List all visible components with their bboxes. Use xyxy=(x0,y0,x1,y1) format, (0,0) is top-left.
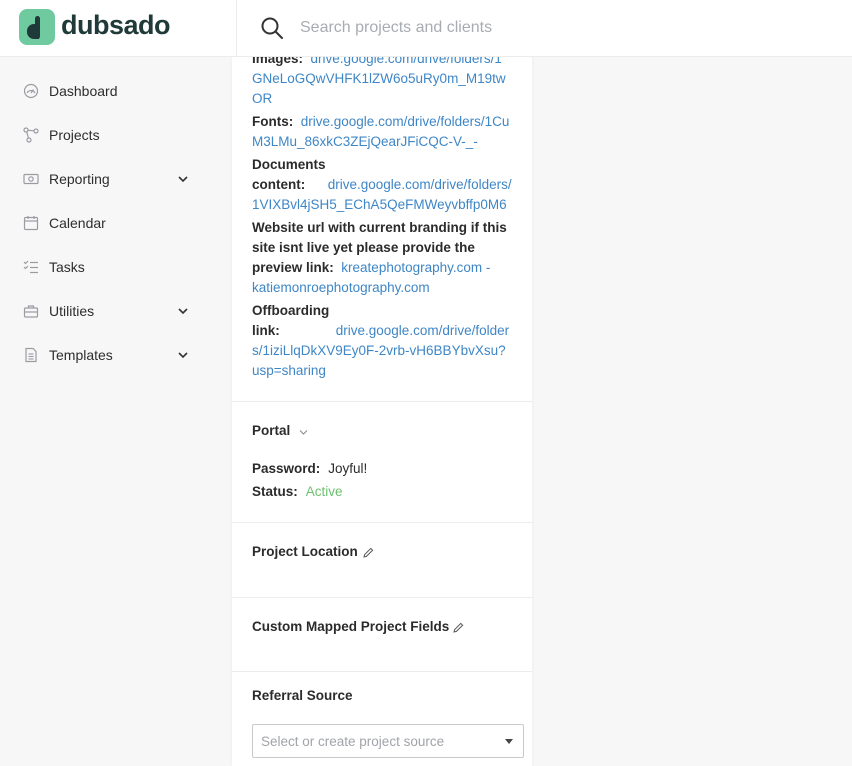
top-header: dubsado xyxy=(0,0,852,57)
chevron-down-icon[interactable] xyxy=(177,350,189,360)
referral-source-title: Referral Source xyxy=(252,688,353,703)
password-label: Password: xyxy=(252,461,321,476)
offboarding-field: Offboarding link: drive.google.com/drive… xyxy=(252,301,512,381)
sidebar-item-calendar[interactable]: Calendar xyxy=(0,205,210,241)
status-badge: Active xyxy=(305,484,343,499)
pencil-icon[interactable] xyxy=(363,547,374,558)
project-location-section: Project Location xyxy=(232,523,532,598)
chevron-down-icon[interactable] xyxy=(177,306,189,316)
sidebar-item-reporting[interactable]: Reporting xyxy=(0,161,210,197)
images-label: Images: xyxy=(252,57,304,66)
documents-field: Documents content: drive.google.com/driv… xyxy=(252,155,512,215)
caret-down-icon xyxy=(505,739,513,744)
brand-name: dubsado xyxy=(61,10,171,40)
website-field: Website url with current branding if thi… xyxy=(252,218,512,298)
gauge-icon xyxy=(23,83,39,99)
projects-icon xyxy=(23,127,39,143)
offboarding-label: Offboarding link: xyxy=(252,303,330,338)
portal-section: Portal Password: Joyful! Status: Active xyxy=(232,402,532,523)
logo-mark-icon xyxy=(19,9,55,45)
tasks-icon xyxy=(23,260,38,274)
sidebar-item-label: Tasks xyxy=(49,259,85,275)
documents-label: Documents content: xyxy=(252,157,326,192)
fonts-label: Fonts: xyxy=(252,114,294,129)
chevron-down-icon[interactable] xyxy=(299,429,308,436)
portal-title[interactable]: Portal xyxy=(252,423,290,438)
images-field: Images: drive.google.com/drive/folders/1… xyxy=(252,57,512,109)
pencil-icon[interactable] xyxy=(453,622,464,633)
sidebar-item-label: Dashboard xyxy=(49,83,118,99)
fonts-field: Fonts: drive.google.com/drive/folders/1C… xyxy=(252,112,512,152)
money-icon xyxy=(23,173,39,185)
search-icon[interactable] xyxy=(259,15,285,41)
toolbox-icon xyxy=(23,305,39,318)
sidebar-item-label: Templates xyxy=(49,347,113,363)
sidebar-item-utilities[interactable]: Utilities xyxy=(0,293,210,329)
sidebar-item-projects[interactable]: Projects xyxy=(0,117,210,153)
project-info-section: Images: drive.google.com/drive/folders/1… xyxy=(232,57,532,402)
search-input[interactable] xyxy=(300,13,800,43)
sidebar-item-label: Reporting xyxy=(49,171,110,187)
document-icon xyxy=(25,347,37,363)
sidebar-item-label: Calendar xyxy=(49,215,106,231)
referral-source-placeholder: Select or create project source xyxy=(261,734,445,749)
project-details-card: Images: drive.google.com/drive/folders/1… xyxy=(232,57,532,766)
brand-logo[interactable]: dubsado xyxy=(0,0,237,57)
sidebar-item-label: Projects xyxy=(49,127,100,143)
project-location-title: Project Location xyxy=(252,544,358,559)
status-label: Status: xyxy=(252,484,298,499)
portal-password-row: Password: Joyful! xyxy=(252,461,367,476)
custom-fields-title: Custom Mapped Project Fields xyxy=(252,619,450,634)
chevron-down-icon[interactable] xyxy=(177,174,189,184)
sidebar-item-dashboard[interactable]: Dashboard xyxy=(0,73,210,109)
referral-source-select[interactable]: Select or create project source xyxy=(252,724,524,758)
sidebar-item-templates[interactable]: Templates xyxy=(0,337,210,373)
sidebar-item-tasks[interactable]: Tasks xyxy=(0,249,210,285)
sidebar-item-label: Utilities xyxy=(49,303,95,319)
sidebar-nav: Dashboard Projects Reporting Calendar Ta… xyxy=(0,57,232,766)
password-value: Joyful! xyxy=(328,461,368,476)
custom-fields-section: Custom Mapped Project Fields xyxy=(232,598,532,672)
portal-status-row: Status: Active xyxy=(252,484,343,499)
calendar-icon xyxy=(23,216,39,231)
